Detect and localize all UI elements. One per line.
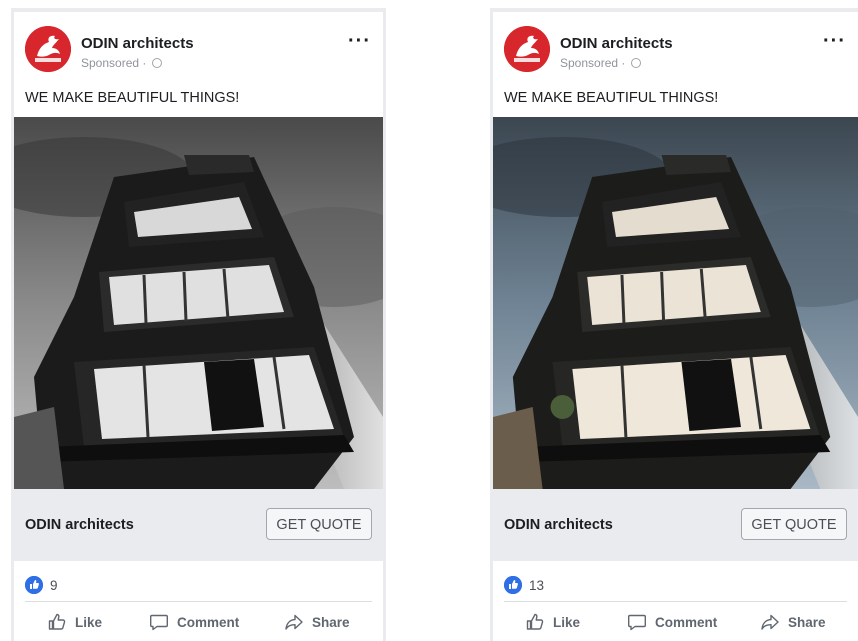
- post-card: ODIN architects Sponsored · ··· WE MAKE …: [14, 12, 383, 641]
- post-photo[interactable]: [493, 117, 858, 489]
- post-card: ODIN architects Sponsored · ··· WE MAKE …: [493, 12, 858, 641]
- like-reaction-icon: [25, 576, 43, 594]
- cta-page-name[interactable]: ODIN architects: [504, 517, 613, 533]
- reactions-row[interactable]: 9: [14, 561, 383, 601]
- thumbs-up-icon: [526, 613, 544, 630]
- divider: [25, 601, 372, 602]
- get-quote-button[interactable]: GET QUOTE: [741, 508, 847, 540]
- globe-icon: [151, 58, 162, 68]
- post-photo[interactable]: [14, 117, 383, 489]
- odin-logo-icon[interactable]: [25, 26, 71, 72]
- page-name[interactable]: ODIN architects: [560, 35, 673, 52]
- more-options-icon[interactable]: ···: [823, 31, 846, 51]
- thumbs-up-icon: [48, 613, 66, 630]
- ad-post-right: ODIN architects Sponsored · ··· WE MAKE …: [490, 8, 858, 641]
- post-text: WE MAKE BEAUTIFUL THINGS!: [504, 90, 719, 106]
- share-button[interactable]: Share: [284, 610, 350, 634]
- comment-icon: [150, 614, 168, 631]
- like-count: 9: [50, 578, 58, 593]
- like-count: 13: [529, 578, 545, 593]
- share-icon: [285, 614, 303, 630]
- comment-button[interactable]: Comment: [149, 610, 239, 634]
- more-options-icon[interactable]: ···: [348, 31, 371, 51]
- like-reaction-icon: [504, 576, 522, 594]
- post-header: ODIN architects Sponsored · ··· WE MAKE …: [14, 12, 383, 116]
- like-button[interactable]: Like: [47, 610, 102, 634]
- cta-bar: ODIN architects GET QUOTE: [14, 489, 383, 561]
- cta-page-name[interactable]: ODIN architects: [25, 517, 134, 533]
- share-icon: [761, 614, 779, 630]
- like-button[interactable]: Like: [525, 610, 580, 634]
- comment-button[interactable]: Comment: [627, 610, 717, 634]
- page-name[interactable]: ODIN architects: [81, 35, 194, 52]
- action-bar: Like Comment Share: [493, 604, 858, 640]
- get-quote-button[interactable]: GET QUOTE: [266, 508, 372, 540]
- odin-logo-icon[interactable]: [504, 26, 550, 72]
- sponsored-label[interactable]: Sponsored ·: [560, 56, 641, 70]
- reactions-row[interactable]: 13: [493, 561, 858, 601]
- cta-bar: ODIN architects GET QUOTE: [493, 489, 858, 561]
- comment-icon: [628, 614, 646, 631]
- ad-post-left: ODIN architects Sponsored · ··· WE MAKE …: [11, 8, 386, 641]
- post-header: ODIN architects Sponsored · ··· WE MAKE …: [493, 12, 858, 116]
- post-text: WE MAKE BEAUTIFUL THINGS!: [25, 90, 240, 106]
- share-button[interactable]: Share: [760, 610, 826, 634]
- divider: [504, 601, 847, 602]
- action-bar: Like Comment Share: [14, 604, 383, 640]
- globe-icon: [630, 58, 641, 68]
- sponsored-label[interactable]: Sponsored ·: [81, 56, 162, 70]
